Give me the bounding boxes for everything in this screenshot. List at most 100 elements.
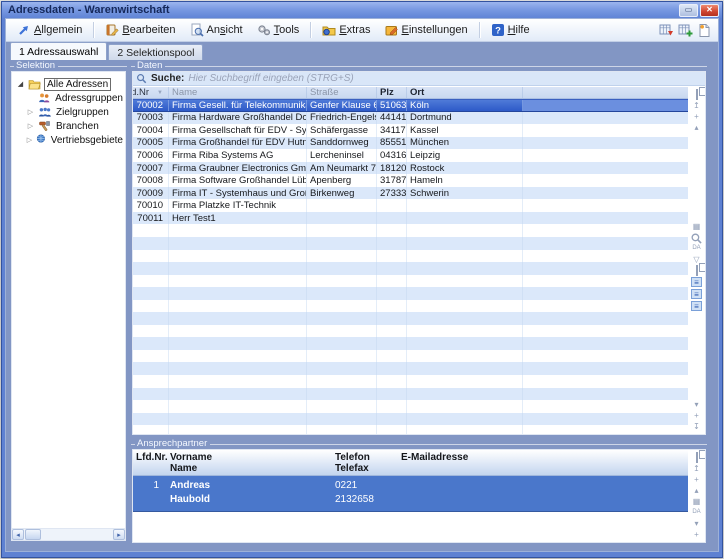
table-cell: Firma Gesellschaft für EDV - Systeme (169, 124, 307, 137)
column-header-name[interactable]: Name (169, 87, 307, 98)
table-cell: 51063 (377, 100, 407, 111)
table-row[interactable]: 70007Firma Graubner Electronics GmbHAm N… (133, 162, 688, 175)
table-cell: 27333 (377, 187, 407, 200)
add-icon[interactable]: + (690, 410, 703, 421)
column-header-ad-nr[interactable]: Ad.Nr▼ (133, 87, 169, 98)
scrollbar-track[interactable] (41, 529, 113, 540)
scroll-prev-icon[interactable]: ▴ (690, 122, 703, 133)
table-row[interactable]: 70009Firma IT - Systemhaus und Großhande… (133, 187, 688, 200)
new-document-icon[interactable] (697, 23, 712, 38)
scroll-first-icon[interactable]: ↥ (690, 100, 703, 111)
tree-collapsed-icon[interactable]: ▷ (26, 136, 33, 144)
hilfe-icon: ? (491, 23, 505, 37)
grid-icon[interactable]: ▦ (690, 221, 703, 232)
table-cell: Birkenweg (307, 187, 377, 200)
toolbar-button-extras[interactable]: Extras (315, 20, 377, 40)
window-body: Allgemein BearbeitenAnsichtTools ExtrasEin… (5, 18, 719, 552)
scroll-right-button[interactable]: ▸ (113, 529, 125, 540)
close-window-button[interactable]: ✕ (700, 4, 719, 17)
view-button[interactable]: ≡ (691, 289, 702, 299)
table-row[interactable]: 70011Herr Test1 (133, 212, 688, 225)
empty-table-row (133, 250, 688, 263)
table-cell (407, 199, 523, 212)
contact-column-header-telefon[interactable]: TelefonTelefax (332, 450, 398, 475)
data-icon[interactable]: DA (690, 243, 703, 254)
daten-groupbox: Daten Suche: Hier Suchbegriff eingeben (… (131, 61, 707, 436)
table-row[interactable]: 70008Firma Software Großhandel Lübke AGA… (133, 174, 688, 187)
copy-icon[interactable] (690, 452, 703, 463)
toolbar-button-hilfe[interactable]: ?Hilfe (484, 20, 537, 40)
toolbar-button-einstellungen[interactable]: Einstellungen (378, 20, 475, 40)
table-export-icon[interactable] (659, 23, 674, 38)
table-cell-filler (523, 312, 688, 325)
empty-table-row (133, 425, 688, 434)
contact-column-header-vorname[interactable]: VornameName (167, 450, 332, 475)
tree-item-branchen[interactable]: ▷Branchen (12, 119, 125, 133)
table-row[interactable]: 70004Firma Gesellschaft für EDV - System… (133, 124, 688, 137)
table-row[interactable]: 70003Firma Hardware Großhandel DortmundF… (133, 112, 688, 125)
scroll-next-icon[interactable]: ▾ (690, 399, 703, 410)
contact-column-header-lfd-nr[interactable]: Lfd.Nr. (133, 450, 167, 475)
scroll-prev-icon[interactable]: ▴ (690, 485, 703, 496)
table-row[interactable]: 70006Firma Riba Systems AGLercheninsel04… (133, 149, 688, 162)
table-cell (307, 212, 377, 225)
tree-collapsed-icon[interactable]: ▷ (26, 108, 35, 116)
table-cell (169, 425, 307, 434)
scroll-left-button[interactable]: ◂ (12, 529, 24, 540)
table-cell: Firma Software Großhandel Lübke AG (169, 174, 307, 187)
tab-2-selektionspool[interactable]: 2 Selektionspool (108, 44, 203, 60)
table-cell-filler (523, 212, 688, 225)
table-cell (169, 388, 307, 401)
tree-item-vertriebsgebiete[interactable]: ▷Vertriebsgebiete (12, 133, 125, 147)
copy-icon[interactable] (690, 89, 703, 100)
scrollbar-thumb[interactable] (25, 529, 41, 540)
table-row[interactable]: 70005Firma Großhandel für EDV HutnerSand… (133, 137, 688, 150)
table-add-icon[interactable] (678, 23, 693, 38)
table-cell: Sanddornweg (307, 137, 377, 150)
contact-column-header-e-mailadresse[interactable]: E-Mailadresse (398, 450, 688, 475)
add-icon[interactable]: + (690, 474, 703, 485)
column-header-plz[interactable]: Plz (377, 87, 407, 98)
find-icon[interactable] (690, 232, 703, 243)
view-button[interactable]: ≡ (691, 301, 702, 311)
add-icon[interactable]: + (690, 529, 703, 540)
table-cell: 34117 (377, 124, 407, 137)
column-header-ort[interactable]: Ort (407, 87, 523, 98)
tree-item-adressgruppen[interactable]: Adressgruppen (12, 91, 125, 105)
table-row[interactable]: 70002Firma Gesell. für Telekommunikation… (133, 99, 688, 112)
grid-icon[interactable]: ▦ (690, 496, 703, 507)
search-bar[interactable]: Suche: Hier Suchbegriff eingeben (STRG+S… (133, 72, 705, 86)
toolbar-button-allgemein[interactable]: Allgemein (10, 20, 89, 40)
scroll-next-icon[interactable]: ▾ (690, 518, 703, 529)
copy-icon[interactable] (690, 265, 703, 276)
tab-1-adressauswahl[interactable]: 1 Adressauswahl (10, 42, 107, 60)
selektion-groupbox: Selektion ◢Alle AdressenAdressgruppen▷Zi… (10, 61, 127, 542)
tree-expanded-icon[interactable]: ◢ (16, 80, 25, 88)
table-cell (133, 400, 169, 413)
data-icon[interactable]: DA (690, 507, 703, 518)
contact-name-cell: AndreasHaubold (167, 476, 332, 511)
table-cell-filler (523, 350, 688, 363)
tree-collapsed-icon[interactable]: ▷ (26, 122, 35, 130)
horizontal-scrollbar[interactable]: ◂ ▸ (12, 528, 125, 540)
table-cell (133, 413, 169, 426)
content-area: Selektion ◢Alle AdressenAdressgruppen▷Zi… (6, 60, 718, 551)
tree-item-alle-adressen[interactable]: ◢Alle Adressen (12, 77, 125, 91)
column-header-stra-e[interactable]: Straße (307, 87, 377, 98)
toolbar-button-bearbeiten[interactable]: Bearbeiten (98, 20, 182, 40)
restore-window-button[interactable]: ▭ (679, 4, 698, 17)
scroll-last-icon[interactable]: ↧ (690, 421, 703, 432)
toolbar-button-ansicht[interactable]: Ansicht (183, 20, 250, 40)
view-button[interactable]: ≡ (691, 277, 702, 287)
toolbar-button-tools[interactable]: Tools (250, 20, 307, 40)
ansicht-icon (190, 23, 204, 37)
table-cell: Schäfergasse (307, 124, 377, 137)
add-icon[interactable]: + (690, 111, 703, 122)
table-row[interactable]: 70010Firma Platzke IT-Technik (133, 199, 688, 212)
table-cell (133, 325, 169, 338)
contact-row[interactable]: 1AndreasHaubold0221 2132658 (133, 476, 688, 512)
tree-item-zielgruppen[interactable]: ▷Zielgruppen (12, 105, 125, 119)
scroll-last-icon[interactable]: ↧ (690, 540, 703, 543)
scroll-first-icon[interactable]: ↥ (690, 463, 703, 474)
search-input[interactable]: Hier Suchbegriff eingeben (STRG+S) (188, 73, 353, 84)
